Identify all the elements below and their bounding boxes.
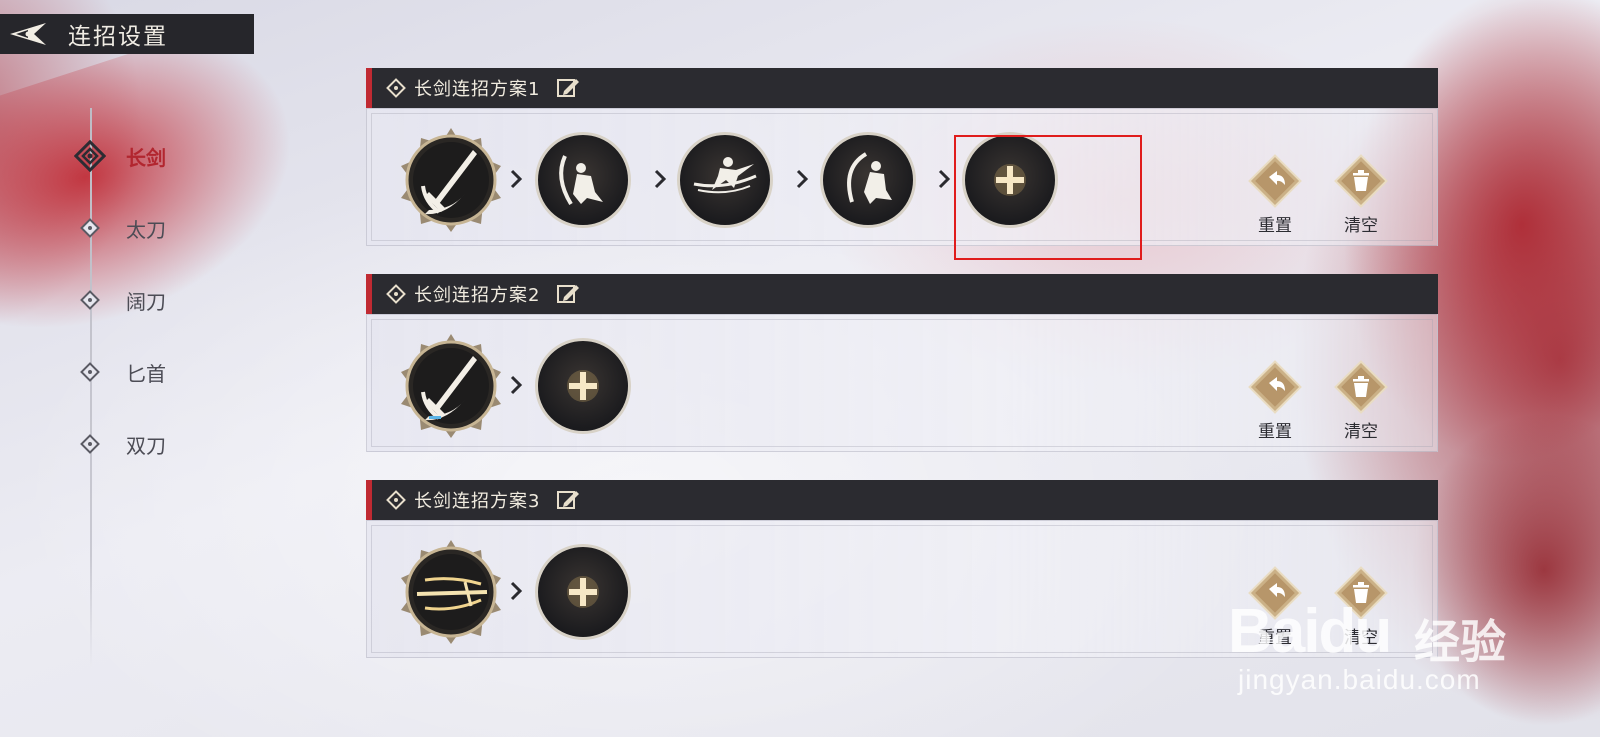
diamond-icon [80, 362, 100, 382]
combo-panel-1: 长剑连招方案1 重置 清空 [366, 68, 1438, 246]
edit-name-button[interactable] [556, 489, 580, 511]
highlight-box [954, 135, 1142, 260]
undo-icon [1247, 359, 1303, 415]
combo-title: 长剑连招方案3 [414, 491, 541, 512]
edit-icon [557, 79, 580, 97]
back-arrow-icon [10, 23, 46, 45]
watermark-url: jingyan.baidu.com [1238, 664, 1481, 695]
diamond-icon [386, 78, 406, 98]
nav-label: 双刀 [126, 433, 166, 458]
reset-button[interactable]: 重置 [1243, 153, 1307, 237]
clear-button[interactable]: 清空 [1329, 153, 1393, 237]
diamond-icon [386, 284, 406, 304]
weapon-nav: 长剑 太刀 阔刀 匕首 双刀 [72, 120, 302, 480]
reset-button[interactable]: 重置 [1243, 359, 1307, 443]
combo-header: 长剑连招方案2 [366, 274, 1438, 314]
page-title: 连招设置 [68, 24, 168, 50]
nav-item-dagger[interactable]: 匕首 [72, 336, 166, 408]
diamond-icon [80, 218, 100, 238]
diamond-icon [80, 290, 100, 310]
edit-icon [557, 285, 580, 303]
selected-diamond-icon [74, 140, 106, 172]
nav-item-broadblade[interactable]: 阔刀 [72, 264, 166, 336]
back-button[interactable] [0, 14, 54, 54]
combo-body: 重置 清空 [366, 108, 1438, 246]
edit-icon [557, 491, 580, 509]
skill-slot-rising-slash[interactable] [820, 132, 916, 228]
diamond-icon [80, 434, 100, 454]
chevron-right-icon [510, 375, 523, 395]
combo-title: 长剑连招方案1 [414, 79, 541, 100]
chevron-right-icon [796, 169, 809, 189]
diamond-icon [386, 490, 406, 510]
plus-icon [567, 370, 599, 402]
golden-sword-weapon-icon[interactable] [395, 536, 507, 648]
top-bar: 连招设置 [0, 14, 254, 54]
combo-header: 长剑连招方案3 [366, 480, 1438, 520]
chevron-right-icon [510, 169, 523, 189]
undo-icon [1247, 153, 1303, 209]
longsword-weapon-icon[interactable] [395, 124, 507, 236]
trash-icon [1333, 359, 1389, 415]
chevron-right-icon [510, 581, 523, 601]
combo-panel-2: 长剑连招方案2 重置 清空 [366, 274, 1438, 452]
chevron-right-icon [654, 169, 667, 189]
dash-strike-skill-icon [693, 157, 757, 194]
watermark-logo: Baidu [1228, 597, 1392, 666]
nav-label: 匕首 [126, 361, 166, 386]
nav-item-tachi[interactable]: 太刀 [72, 192, 166, 264]
reset-label: 重置 [1258, 216, 1292, 236]
reset-label: 重置 [1258, 422, 1292, 442]
trash-icon [1333, 153, 1389, 209]
chevron-right-icon [938, 169, 951, 189]
clear-label: 清空 [1344, 422, 1378, 442]
edit-name-button[interactable] [556, 283, 580, 305]
add-skill-slot[interactable] [535, 338, 631, 434]
combo-title: 长剑连招方案2 [414, 285, 541, 306]
clear-button[interactable]: 清空 [1329, 359, 1393, 443]
longsword-weapon-icon[interactable] [395, 330, 507, 442]
nav-label: 阔刀 [126, 289, 166, 314]
crouch-slash-skill-icon [559, 155, 603, 206]
skill-slot-dash-strike[interactable] [677, 132, 773, 228]
clear-label: 清空 [1344, 216, 1378, 236]
nav-item-longsword[interactable]: 长剑 [72, 120, 302, 192]
combo-body: 重置 清空 [366, 314, 1438, 452]
plus-icon [567, 576, 599, 608]
nav-item-dual-blades[interactable]: 双刀 [72, 408, 166, 480]
nav-label: 太刀 [126, 217, 166, 242]
skill-slot-crouch-slash[interactable] [535, 132, 631, 228]
baidu-watermark: Baidu 经验 jingyan.baidu.com [1228, 596, 1600, 706]
combo-header: 长剑连招方案1 [366, 68, 1438, 108]
edit-name-button[interactable] [556, 77, 580, 99]
watermark-cn: 经验 [1414, 615, 1506, 669]
nav-label: 长剑 [126, 145, 166, 170]
rising-slash-skill-icon [847, 152, 892, 204]
add-skill-slot[interactable] [535, 544, 631, 640]
